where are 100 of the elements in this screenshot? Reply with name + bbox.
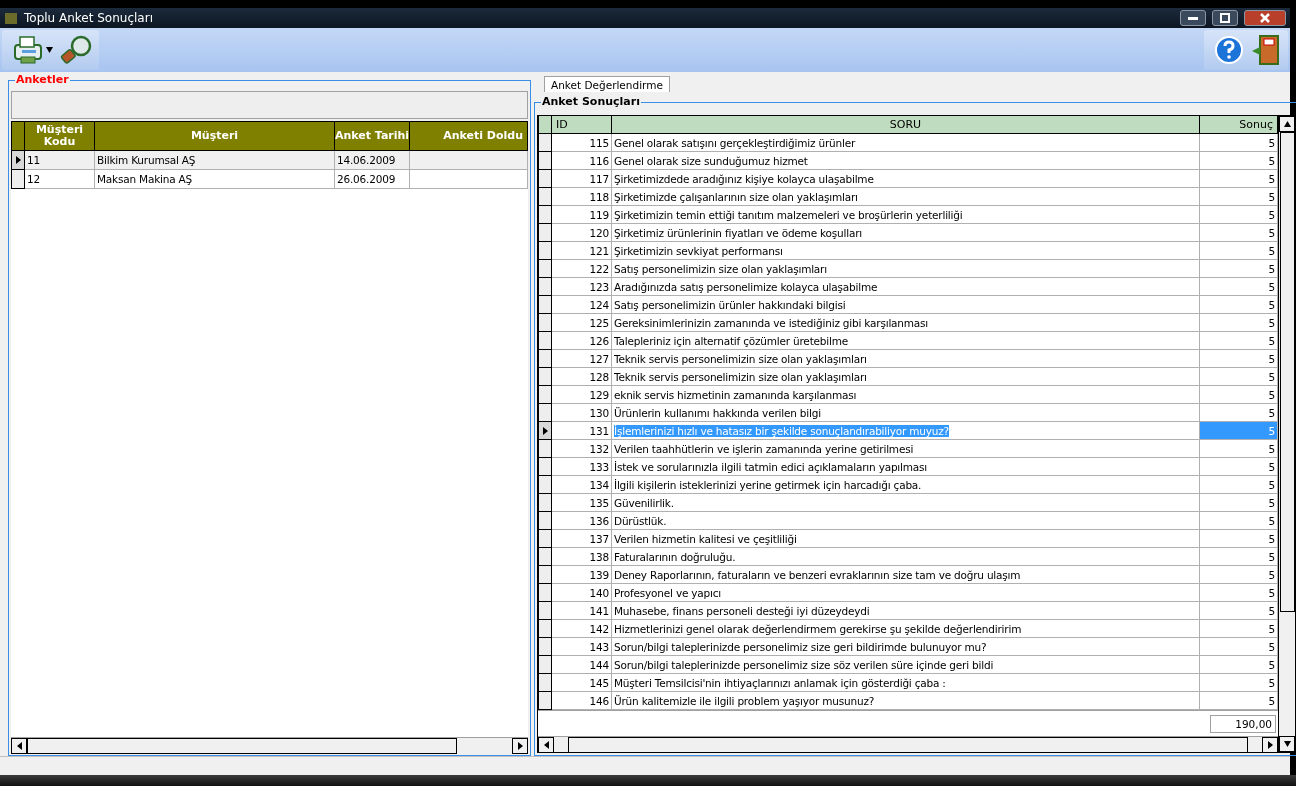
table-cell: Talepleriniz için alternatif çözümler üretebilme: [612, 332, 1200, 350]
table-cell: 5: [1200, 332, 1278, 350]
restore-button[interactable]: [1212, 10, 1238, 26]
magnifier-icon: [59, 34, 93, 66]
table-cell: 144: [552, 656, 612, 674]
table-cell: 130: [552, 404, 612, 422]
minimize-button[interactable]: [1180, 10, 1206, 26]
table-cell: Şirketimiz ürünlerinin fiyatları ve ödeme koşulları: [612, 224, 1200, 242]
help-button[interactable]: [1214, 35, 1244, 65]
table-cell: Bilkim Kurumsal AŞ: [95, 151, 335, 170]
printer-icon: [12, 35, 44, 65]
table-cell: Ürün kalitemizle ile ilgili problem yaşıyor musunuz?: [612, 692, 1200, 710]
table-cell: Aradığınızda satış personelimize kolayca ulaşabilme: [612, 278, 1200, 296]
table-cell: 5: [1200, 386, 1278, 404]
preview-button[interactable]: [59, 34, 93, 66]
column-header[interactable]: ID: [552, 116, 612, 134]
exit-button[interactable]: [1250, 33, 1282, 67]
scroll-thumb[interactable]: [27, 738, 457, 754]
close-button[interactable]: [1244, 10, 1286, 26]
table-cell: 5: [1200, 188, 1278, 206]
table-cell: 132: [552, 440, 612, 458]
restore-icon: [1220, 13, 1230, 23]
scroll-right-button[interactable]: [512, 738, 528, 754]
table-cell: eknik servis hizmetinin zamanında karşılanması: [612, 386, 1200, 404]
app-icon: [4, 11, 18, 25]
table-cell: 5: [1200, 602, 1278, 620]
table-cell: 131: [552, 422, 612, 440]
tab[interactable]: Anket Değerlendirme: [544, 76, 670, 92]
table-cell: 143: [552, 638, 612, 656]
scroll-left-button[interactable]: [538, 737, 554, 752]
print-button[interactable]: [12, 35, 53, 65]
table-cell: 5: [1200, 314, 1278, 332]
scroll-left-button[interactable]: [11, 738, 27, 754]
scroll-thumb[interactable]: [568, 737, 1248, 752]
table-cell: 141: [552, 602, 612, 620]
exit-door-icon: [1250, 33, 1282, 67]
scroll-down-button[interactable]: [1279, 736, 1295, 752]
table-cell: 5: [1200, 422, 1278, 440]
table-cell: 5: [1200, 584, 1278, 602]
table-cell: 5: [1200, 548, 1278, 566]
table-cell: 133: [552, 458, 612, 476]
close-icon: [1260, 13, 1270, 23]
left-arrow-icon: [542, 741, 550, 749]
table-cell: 134: [552, 476, 612, 494]
table-cell: Satış personelimizin ürünler hakkındaki bilgisi: [612, 296, 1200, 314]
table-cell: Şirketimizde çalışanlarının size olan yaklaşımları: [612, 188, 1200, 206]
scroll-thumb[interactable]: [1279, 132, 1295, 612]
table-cell: 116: [552, 152, 612, 170]
table-cell: 5: [1200, 278, 1278, 296]
minimize-icon: [1188, 16, 1198, 20]
table-cell: 136: [552, 512, 612, 530]
table-cell: 14.06.2009: [335, 151, 410, 170]
table-cell: Şirketimizin temin ettiği tanıtım malzemeleri ve broşürlerin yeterliliği: [612, 206, 1200, 224]
table-cell: 5: [1200, 656, 1278, 674]
table-cell: 5: [1200, 242, 1278, 260]
table-cell: Genel olarak size sunduğumuz hizmet: [612, 152, 1200, 170]
table-cell: İlgili kişilerin isteklerinizi yerine getirmek için harcadığı çaba.: [612, 476, 1200, 494]
column-header[interactable]: Sonuç: [1200, 116, 1278, 134]
table-cell: 5: [1200, 152, 1278, 170]
table-cell: 5: [1200, 170, 1278, 188]
table-cell: 5: [1200, 404, 1278, 422]
table-cell: 12: [25, 170, 95, 189]
caret-icon: [46, 46, 53, 54]
scroll-up-button[interactable]: [1279, 116, 1295, 132]
window-title: Toplu Anket Sonuçları: [24, 11, 153, 25]
table-cell: 140: [552, 584, 612, 602]
column-header[interactable]: Anketi Doldu: [410, 121, 528, 151]
table-cell: 5: [1200, 620, 1278, 638]
table-cell: 118: [552, 188, 612, 206]
table-cell: 5: [1200, 512, 1278, 530]
table-cell: Şirketimizdede aradığınız kişiye kolayca ulaşabilme: [612, 170, 1200, 188]
table-cell: 5: [1200, 566, 1278, 584]
table-cell: 125: [552, 314, 612, 332]
up-arrow-icon: [1283, 120, 1291, 128]
table-cell: Sorun/bilgi taleplerinizde personelimiz size geri bildirimde bulunuyor mu?: [612, 638, 1200, 656]
table-cell: 120: [552, 224, 612, 242]
column-header[interactable]: SORU: [612, 116, 1200, 134]
table-cell: 119: [552, 206, 612, 224]
column-header[interactable]: Müşteri: [95, 121, 335, 151]
scroll-right-button[interactable]: [1262, 737, 1278, 752]
panel-title: Anketler: [15, 73, 70, 86]
table-cell: Dürüstlük.: [612, 512, 1200, 530]
table-cell: Muhasebe, finans personeli desteği iyi düzeydeydi: [612, 602, 1200, 620]
table-cell: 5: [1200, 134, 1278, 152]
right-arrow-icon: [516, 742, 524, 750]
table-cell: 123: [552, 278, 612, 296]
left-arrow-icon: [15, 742, 23, 750]
table-cell: 5: [1200, 458, 1278, 476]
column-header[interactable]: Anket Tarihi: [335, 121, 410, 151]
panel-title: Anket Sonuçları: [541, 95, 641, 108]
table-cell: Verilen hizmetin kalitesi ve çeşitliliği: [612, 530, 1200, 548]
table-cell: İşlemlerinizi hızlı ve hatasız bir şekilde sonuçlandırabiliyor muyuz?: [612, 422, 1200, 440]
column-header[interactable]: Müşteri Kodu: [25, 121, 95, 151]
table-cell: Verilen taahhütlerin ve işlerin zamanında yerine getirilmesi: [612, 440, 1200, 458]
down-arrow-icon: [1283, 740, 1291, 748]
table-cell: 117: [552, 170, 612, 188]
table-cell: 138: [552, 548, 612, 566]
table-cell: 139: [552, 566, 612, 584]
table-cell: 5: [1200, 206, 1278, 224]
table-cell: Faturalarının doğruluğu.: [612, 548, 1200, 566]
